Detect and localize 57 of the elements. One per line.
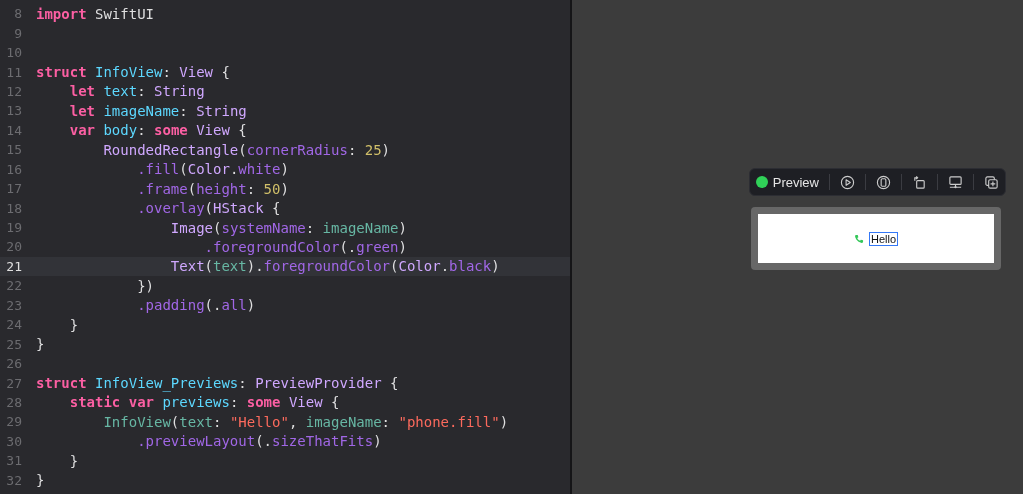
code-line: .frame(height: 50) xyxy=(136,180,289,197)
line-number: 29 xyxy=(5,414,22,430)
phone-icon xyxy=(853,233,864,244)
code-line: } xyxy=(68,452,79,469)
preview-label: Preview xyxy=(772,174,819,190)
line-number: 26 xyxy=(5,356,22,372)
code-line: let text: String xyxy=(68,83,205,100)
line-number: 31 xyxy=(5,453,22,469)
line-number: 8 xyxy=(13,6,22,22)
code-line: struct InfoView_Previews: PreviewProvider { xyxy=(36,375,399,392)
line-number: 27 xyxy=(5,375,22,391)
line-number: 13 xyxy=(5,103,22,119)
line-number: 23 xyxy=(5,297,22,313)
code-line: struct InfoView: View { xyxy=(36,64,230,81)
code-line: static var previews: some View { xyxy=(68,394,340,411)
rotate-icon[interactable] xyxy=(912,174,927,190)
duplicate-icon[interactable] xyxy=(984,174,999,190)
code-line: .foregroundColor(.green) xyxy=(203,238,407,255)
code-line: Image(systemName: imageName) xyxy=(169,219,407,236)
hello-text[interactable]: Hello xyxy=(868,231,899,246)
line-number: 18 xyxy=(5,200,22,216)
line-number: 11 xyxy=(5,64,22,80)
play-icon[interactable] xyxy=(840,174,855,190)
code-line: } xyxy=(68,316,79,333)
code-line: .previewLayout(.sizeThatFits) xyxy=(136,433,382,450)
code-line: Text(text).foregroundColor(Color.black) xyxy=(169,258,500,275)
line-number: 20 xyxy=(5,239,22,255)
monitor-icon[interactable] xyxy=(948,174,963,190)
line-number: 22 xyxy=(5,278,22,294)
line-number: 30 xyxy=(5,433,22,449)
line-number: 10 xyxy=(5,45,22,61)
code-line: let imageName: String xyxy=(68,102,247,119)
code-line: .padding(.all) xyxy=(136,297,256,314)
preview-button[interactable]: Preview xyxy=(755,174,819,190)
line-number: 14 xyxy=(5,122,22,138)
line-number: 25 xyxy=(5,336,22,352)
line-number: 17 xyxy=(5,181,22,197)
code-editor[interactable] xyxy=(0,0,570,494)
code-line: } xyxy=(36,472,45,489)
line-number: 9 xyxy=(13,25,22,41)
code-line: }) xyxy=(136,277,154,294)
line-number: 32 xyxy=(5,472,22,488)
code-line: } xyxy=(36,336,45,353)
line-number: 16 xyxy=(5,161,22,177)
code-line: RoundedRectangle(cornerRadius: 25) xyxy=(102,141,391,158)
code-line: import SwiftUI xyxy=(36,5,154,22)
code-line: var body: some View { xyxy=(68,122,247,139)
line-number: 12 xyxy=(5,83,22,99)
code-line: InfoView(text: "Hello", imageName: "phone.fill") xyxy=(102,413,509,430)
line-number: 15 xyxy=(5,142,22,158)
line-number: 28 xyxy=(5,394,22,410)
line-number: 21 xyxy=(5,258,22,274)
device-icon[interactable] xyxy=(876,174,891,190)
code-line: .fill(Color.white) xyxy=(136,161,289,178)
line-number: 19 xyxy=(5,220,22,236)
line-number: 24 xyxy=(5,317,22,333)
code-line: .overlay(HStack { xyxy=(136,200,281,217)
